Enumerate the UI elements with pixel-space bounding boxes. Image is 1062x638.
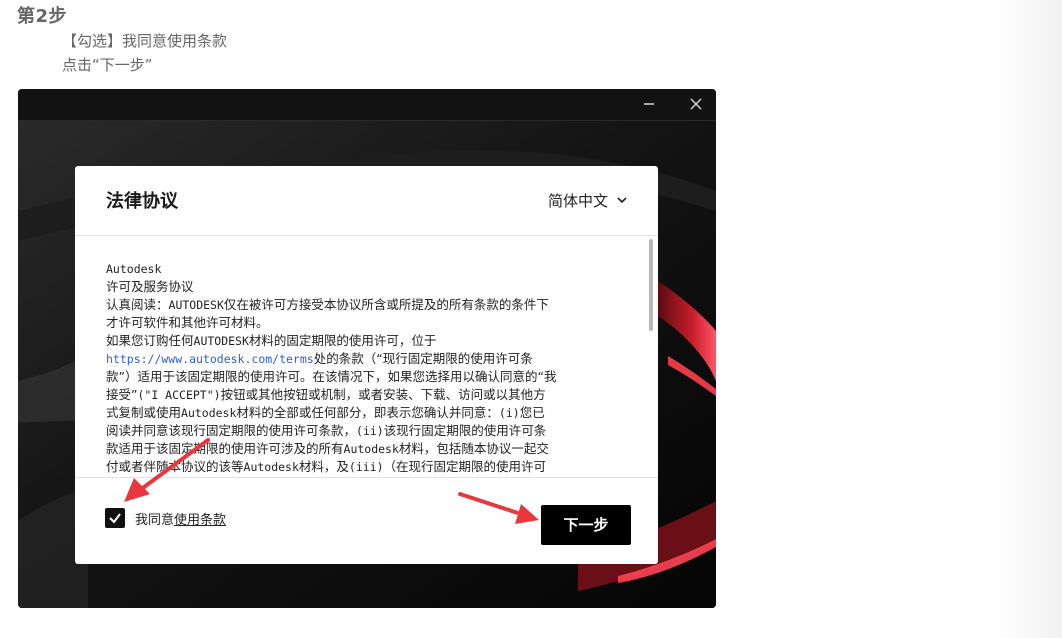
installer-window: 法律协议 简体中文 Autodesk 许可及服务协议 认真阅读：AUTODESK… bbox=[18, 89, 716, 608]
agreement-line: 该现行固定期限的使用许可条 bbox=[383, 423, 547, 438]
agreement-line: 许可及服务协议 bbox=[106, 279, 194, 294]
instruction-click-next: 点击“下一步” bbox=[62, 56, 153, 74]
next-button[interactable]: 下一步 bbox=[541, 505, 631, 545]
agreement-line: 款”）适用于该固定期限的使用许可。在该情况下，如果您选择用以确认同意的“我 bbox=[106, 369, 557, 384]
instruction-check-terms: 【勾选】我同意使用条款 bbox=[62, 32, 228, 50]
page-edge-shade bbox=[992, 0, 1062, 638]
agreement-term: ("I ACCEPT") bbox=[137, 388, 221, 402]
agreement-term: (ii) bbox=[356, 424, 384, 438]
agreement-scrollbar[interactable] bbox=[649, 239, 653, 475]
terms-link[interactable]: https://www.autodesk.com/terms bbox=[106, 352, 314, 366]
agreement-term: Autodesk bbox=[243, 460, 299, 474]
agreement-term: Autodesk bbox=[181, 406, 237, 420]
agreement-line: 处的条款（“现行固定期限的使用许可条 bbox=[313, 351, 533, 366]
agree-prefix: 我同意 bbox=[135, 513, 175, 528]
agreement-line: 认真阅读： bbox=[106, 297, 169, 312]
agreement-term: (i) bbox=[498, 406, 520, 420]
agreement-term: AUTODESK bbox=[193, 334, 249, 348]
close-icon[interactable] bbox=[685, 93, 707, 115]
annotation-arrow-next bbox=[458, 492, 539, 524]
agreement-line: 按钮或其他按钮或机制，或者安装、下载、访问或以其他方 bbox=[220, 387, 546, 402]
agreement-line: Autodesk bbox=[106, 262, 162, 276]
step-heading: 第2步 bbox=[17, 6, 68, 27]
minimize-icon[interactable] bbox=[638, 93, 660, 115]
annotation-arrow-checkbox bbox=[124, 438, 210, 502]
agreement-term: Autodesk bbox=[343, 442, 399, 456]
terms-of-use-link[interactable]: 使用条款 bbox=[174, 513, 226, 528]
agreement-line: 式复制或使用 bbox=[106, 405, 182, 420]
agreement-line: 材料的全部或任何部分，即表示您确认并同意： bbox=[236, 405, 499, 420]
agreement-line: 材料，包括随本协议一起交 bbox=[398, 441, 549, 456]
language-selector[interactable]: 简体中文 bbox=[548, 190, 628, 211]
language-label: 简体中文 bbox=[547, 192, 608, 210]
agreement-line: （在现行固定期限的使用许可 bbox=[383, 459, 547, 474]
scroll-thumb[interactable] bbox=[649, 239, 653, 331]
agreement-line: 仅在被许可方接受本协议所含或所提及的所有条款的条件下 bbox=[223, 297, 549, 312]
agreement-line: 如果您订购任何 bbox=[106, 333, 194, 348]
dialog-title: 法律协议 bbox=[106, 191, 178, 212]
window-titlebar bbox=[18, 89, 716, 121]
agreement-line: 您已 bbox=[519, 405, 545, 420]
agreement-line: 才许可软件和其他许可材料。 bbox=[106, 315, 269, 330]
agreement-line: 材料，及 bbox=[298, 459, 349, 474]
header-divider bbox=[75, 235, 658, 236]
agreement-term: (iii) bbox=[348, 460, 384, 474]
agreement-term: AUTODESK bbox=[168, 298, 224, 312]
chevron-down-icon bbox=[616, 192, 628, 210]
agreement-line: 材料的固定期限的使用许可，位于 bbox=[248, 333, 437, 348]
agreement-line: 接受” bbox=[106, 387, 138, 402]
